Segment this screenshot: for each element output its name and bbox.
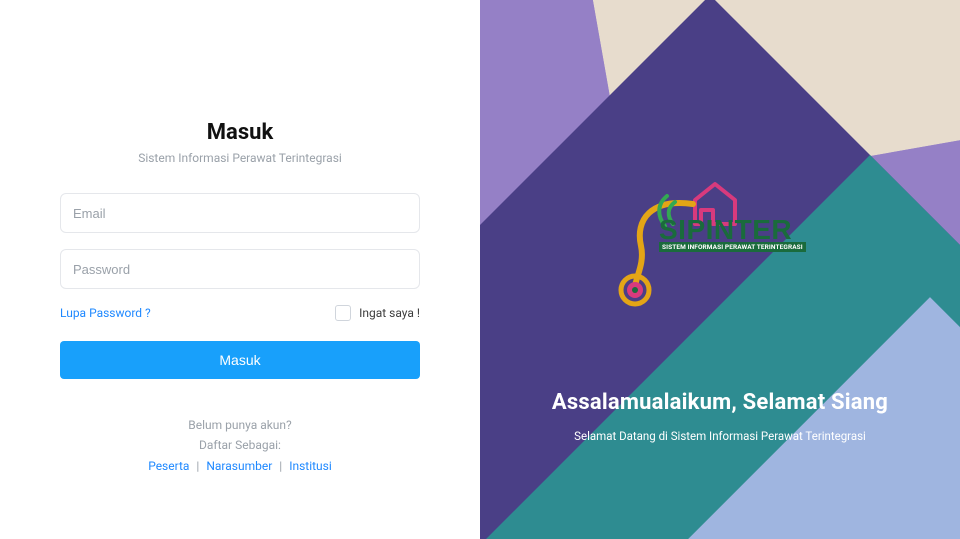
login-subtitle: Sistem Informasi Perawat Terintegrasi — [60, 151, 420, 165]
hero-panel: SIPINTER SISTEM INFORMASI PERAWAT TERINT… — [480, 0, 960, 539]
signup-block: Belum punya akun? Daftar Sebagai: Pesert… — [60, 415, 420, 476]
brand-logo: SIPINTER SISTEM INFORMASI PERAWAT TERINT… — [605, 170, 835, 310]
role-narasumber-link[interactable]: Narasumber — [206, 459, 272, 473]
brand-text-block: SIPINTER SISTEM INFORMASI PERAWAT TERINT… — [659, 214, 806, 252]
role-peserta-link[interactable]: Peserta — [148, 459, 189, 473]
remember-checkbox[interactable] — [335, 305, 351, 321]
submit-button[interactable]: Masuk — [60, 341, 420, 379]
signup-links: Peserta | Narasumber | Institusi — [60, 456, 420, 476]
helper-row: Lupa Password ? Ingat saya ! — [60, 305, 420, 321]
register-as-text: Daftar Sebagai: — [60, 435, 420, 455]
forgot-password-link[interactable]: Lupa Password ? — [60, 306, 151, 320]
separator: | — [279, 459, 282, 473]
login-panel: Masuk Sistem Informasi Perawat Terintegr… — [0, 0, 480, 539]
remember-label: Ingat saya ! — [359, 306, 420, 320]
no-account-text: Belum punya akun? — [60, 415, 420, 435]
brand-tagline: SISTEM INFORMASI PERAWAT TERINTEGRASI — [659, 242, 806, 252]
hero-subtitle: Selamat Datang di Sistem Informasi Peraw… — [510, 429, 930, 443]
remember-me[interactable]: Ingat saya ! — [335, 305, 420, 321]
separator: | — [196, 459, 199, 473]
password-field[interactable] — [60, 249, 420, 289]
hero-title: Assalamualaikum, Selamat Siang — [510, 390, 930, 415]
email-field[interactable] — [60, 193, 420, 233]
hero-text: Assalamualaikum, Selamat Siang Selamat D… — [480, 390, 960, 443]
app-root: Masuk Sistem Informasi Perawat Terintegr… — [0, 0, 960, 539]
brand-name: SIPINTER — [659, 214, 806, 246]
role-institusi-link[interactable]: Institusi — [289, 459, 332, 473]
login-title: Masuk — [60, 120, 420, 145]
